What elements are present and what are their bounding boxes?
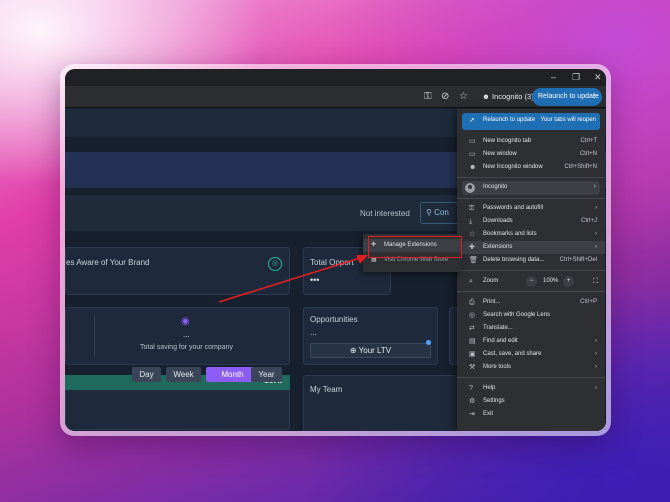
window-icon: ▭	[469, 151, 476, 158]
download-icon: ⤓	[469, 218, 473, 225]
chevron-right-icon: ›	[595, 351, 597, 357]
translate-icon: ⇄	[469, 325, 475, 332]
zoom-in-button[interactable]: +	[563, 276, 574, 287]
star-icon[interactable]: ☆	[459, 91, 468, 103]
annotation-arrow	[218, 255, 368, 303]
relaunch-button[interactable]: Relaunch to update ⋮	[532, 88, 602, 106]
puzzle-icon: ✚	[469, 244, 475, 251]
find-icon: ▤	[469, 338, 476, 345]
menu-find-edit[interactable]: ▤ Find and edit ›	[457, 335, 605, 348]
plus-circle-icon: ⊕	[349, 346, 359, 355]
zoom-out-button[interactable]: −	[526, 276, 537, 287]
menu-settings[interactable]: ⚙ Settings	[457, 395, 605, 408]
chevron-right-icon: ›	[595, 364, 597, 370]
key-icon[interactable]: ⚿	[424, 91, 432, 103]
incognito-icon: ☻	[469, 164, 477, 171]
trash-icon: 🗑	[469, 257, 478, 264]
my-team-title: My Team	[310, 385, 343, 394]
screenshot-frame: – ❐ ✕ ⚿ ⊘ ☆ ☻ Incognito (3) Relaunch to …	[60, 64, 611, 436]
period-card	[65, 390, 290, 430]
coins-icon: ◉	[181, 316, 190, 327]
menu-passwords[interactable]: ⚿ Passwords and autofill ›	[457, 202, 605, 215]
period-week-button[interactable]: Week	[166, 367, 201, 382]
chevron-right-icon: ›	[595, 205, 597, 211]
saving-value: ...	[183, 330, 190, 339]
printer-icon: ⎙	[469, 299, 475, 306]
menu-bookmarks[interactable]: ☆ Bookmarks and lists ›	[457, 228, 605, 241]
menu-print[interactable]: ⎙ Print... Ctrl+P	[457, 296, 605, 309]
menu-profile-item[interactable]: ☻ Incognito ›	[462, 181, 600, 195]
divider	[94, 316, 95, 356]
avatar-icon: ☻	[465, 183, 475, 193]
incognito-icon: ☻	[482, 92, 492, 101]
zoom-level: 100%	[543, 278, 559, 284]
exit-icon: ⇥	[469, 411, 475, 418]
saving-label: Total saving for your company	[140, 344, 233, 351]
maximize-icon[interactable]: ❐	[572, 72, 580, 83]
cast-icon: ▣	[469, 351, 476, 358]
menu-new-incognito-tab[interactable]: ▭ New Incognito tab Ctrl+T	[457, 135, 605, 148]
my-team-card: My Team	[303, 375, 458, 431]
browser-window: – ❐ ✕ ⚿ ⊘ ☆ ☻ Incognito (3) Relaunch to …	[65, 69, 606, 431]
chrome-main-menu: ➚ Relaunch to update Your tabs will reop…	[457, 109, 605, 431]
period-day-button[interactable]: Day	[132, 367, 161, 382]
opportunities-title: Opportunities	[310, 315, 358, 324]
new-tab-icon: ▭	[469, 138, 476, 145]
menu-separator	[457, 377, 605, 378]
key-icon: ⚿	[469, 205, 475, 212]
menu-zoom: ⌕ Zoom − 100% + ⛶	[457, 275, 605, 288]
minimize-icon[interactable]: –	[551, 72, 556, 82]
rocket-icon: ➚	[469, 117, 475, 124]
zoom-icon: ⌕	[469, 278, 473, 285]
lens-icon: ◎	[469, 312, 476, 319]
menu-cast-save[interactable]: ▣ Cast, save, and share ›	[457, 348, 605, 361]
menu-translate[interactable]: ⇄ Translate...	[457, 322, 605, 335]
close-icon[interactable]: ✕	[594, 72, 602, 83]
menu-delete-browsing-data[interactable]: 🗑 Delete browsing data... Ctrl+Shift+Del	[457, 254, 605, 267]
chevron-right-icon: ›	[595, 244, 597, 250]
help-icon: ?	[469, 385, 473, 392]
saving-card: ◉ ... Total saving for your company	[65, 307, 290, 365]
menu-relaunch-item[interactable]: ➚ Relaunch to update Your tabs will reop…	[462, 113, 600, 130]
chevron-right-icon: ›	[595, 385, 597, 391]
brand-card-title: es Aware of Your Brand	[66, 258, 150, 267]
highlight-box	[368, 236, 462, 258]
menu-downloads[interactable]: ⤓ Downloads Ctrl+J	[457, 215, 605, 228]
eye-off-icon[interactable]: ⊘	[441, 91, 449, 103]
chevron-right-icon: ›	[595, 338, 597, 344]
menu-new-incognito-window[interactable]: ☻ New Incognito window Ctrl+Shift+N	[457, 161, 605, 174]
menu-extensions[interactable]: ✚ Extensions ›	[457, 241, 605, 254]
menu-help[interactable]: ? Help ›	[457, 382, 605, 395]
menu-separator	[457, 177, 605, 178]
period-year-button[interactable]: Year	[251, 367, 282, 382]
toolbox-icon: ⚒	[469, 364, 476, 371]
title-bar: – ❐ ✕	[65, 69, 606, 86]
menu-new-window[interactable]: ▭ New window Ctrl+N	[457, 148, 605, 161]
menu-separator	[457, 291, 605, 292]
menu-search-lens[interactable]: ◎ Search with Google Lens	[457, 309, 605, 322]
kebab-menu-icon[interactable]: ⋮	[591, 88, 598, 106]
browser-toolbar: ⚿ ⊘ ☆ ☻ Incognito (3) Relaunch to update…	[65, 86, 606, 108]
notification-dot	[426, 340, 431, 345]
not-interested-link[interactable]: Not interested	[360, 209, 410, 218]
chevron-right-icon: ›	[595, 231, 597, 237]
your-ltv-button[interactable]: ⊕ Your LTV	[310, 343, 431, 358]
opportunities-value: ...	[310, 328, 317, 337]
star-icon: ☆	[469, 231, 476, 238]
menu-more-tools[interactable]: ⚒ More tools ›	[457, 361, 605, 374]
menu-exit[interactable]: ⇥ Exit	[457, 408, 605, 421]
opportunities-card: Opportunities ... ⊕ Your LTV	[303, 307, 438, 365]
incognito-indicator[interactable]: ☻ Incognito (3)	[476, 89, 540, 105]
menu-separator	[457, 198, 605, 199]
menu-separator	[457, 270, 605, 271]
gear-icon: ⚙	[469, 398, 476, 405]
link-icon: ⚲	[426, 208, 435, 217]
chevron-right-icon: ›	[593, 183, 596, 190]
fullscreen-icon[interactable]: ⛶	[593, 275, 598, 288]
